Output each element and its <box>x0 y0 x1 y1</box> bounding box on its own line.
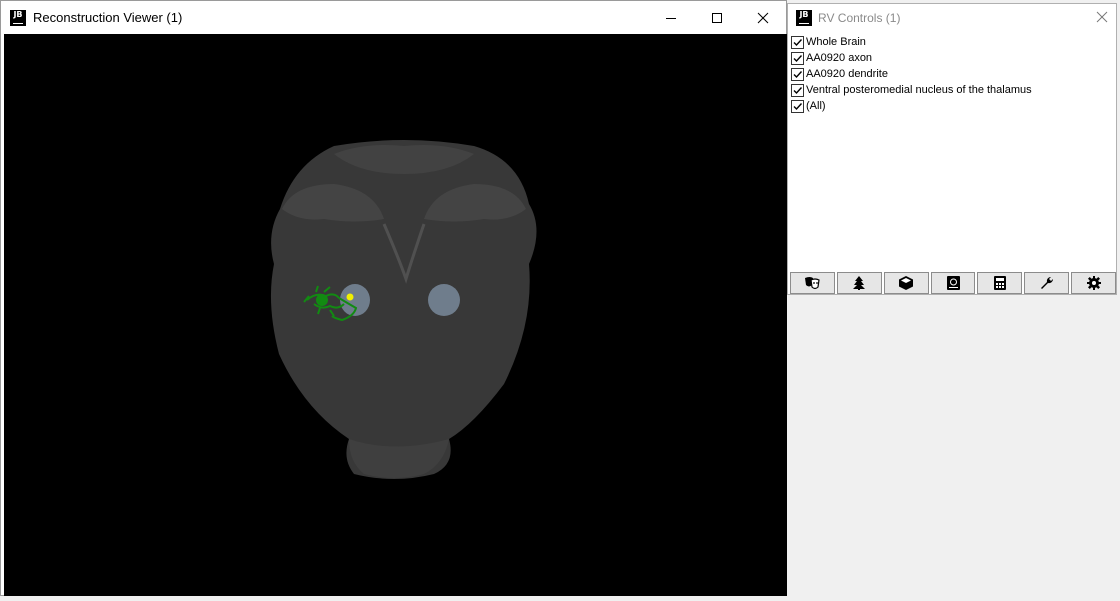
minimize-button[interactable] <box>648 1 694 34</box>
layer-all[interactable]: (All) <box>791 98 1116 114</box>
maximize-button[interactable] <box>694 1 740 34</box>
close-icon <box>757 12 769 23</box>
close-button[interactable] <box>740 1 786 34</box>
reconstruction-viewer-window: JB Reconstruction Viewer (1) <box>0 0 787 596</box>
calculator-button[interactable] <box>977 272 1023 294</box>
rv-controls-window: JB RV Controls (1) Whole Brain AA0920 ax… <box>787 3 1117 295</box>
tree-icon <box>853 276 866 290</box>
layer-vpm-nucleus[interactable]: Ventral posteromedial nucleus of the tha… <box>791 82 1116 98</box>
dendrite-trace <box>346 293 354 301</box>
layer-label: AA0920 axon <box>806 52 873 64</box>
checkbox[interactable] <box>791 51 804 65</box>
checkbox[interactable] <box>791 67 804 81</box>
checkmark-icon <box>793 102 803 110</box>
checkmark-icon <box>793 54 803 62</box>
layer-label: Whole Brain <box>806 36 866 48</box>
minimize-icon <box>666 17 676 19</box>
theater-masks-icon <box>805 277 821 290</box>
controls-titlebar[interactable]: JB RV Controls (1) <box>788 4 1116 32</box>
vpm-nucleus-right <box>428 284 460 316</box>
layer-label: (All) <box>806 100 826 112</box>
controls-title: RV Controls (1) <box>818 11 901 25</box>
wrench-icon <box>1040 276 1053 289</box>
settings-button[interactable] <box>1071 272 1117 294</box>
3d-render-canvas[interactable] <box>4 34 787 596</box>
checkmark-icon <box>793 38 803 46</box>
checkbox[interactable] <box>791 99 804 113</box>
checkbox[interactable] <box>791 35 804 49</box>
layer-dendrite[interactable]: AA0920 dendrite <box>791 66 1116 82</box>
whole-brain-mesh <box>270 140 537 479</box>
checkbox[interactable] <box>791 83 804 97</box>
layer-label: AA0920 dendrite <box>806 68 888 80</box>
atlas-button[interactable] <box>930 272 976 294</box>
cube-button[interactable] <box>883 272 929 294</box>
layer-whole-brain[interactable]: Whole Brain <box>791 34 1116 50</box>
layer-axon[interactable]: AA0920 axon <box>791 50 1116 66</box>
gear-icon <box>1086 276 1101 290</box>
close-icon[interactable] <box>1096 11 1108 23</box>
layer-checklist: Whole Brain AA0920 axon AA0920 dendrite … <box>788 32 1116 114</box>
calculator-icon <box>993 276 1006 290</box>
controls-toolbar <box>790 272 1117 294</box>
tree-button[interactable] <box>836 272 882 294</box>
theater-masks-button[interactable] <box>790 272 835 294</box>
wrench-button[interactable] <box>1024 272 1070 294</box>
brain-render <box>270 140 537 479</box>
jb-app-icon: JB <box>796 10 812 26</box>
maximize-icon <box>712 12 722 23</box>
checkmark-icon <box>793 86 803 94</box>
checkmark-icon <box>793 70 803 78</box>
atlas-book-icon <box>946 276 960 290</box>
viewer-title: Reconstruction Viewer (1) <box>33 10 183 25</box>
layer-label: Ventral posteromedial nucleus of the tha… <box>806 84 1032 96</box>
viewer-titlebar[interactable]: JB Reconstruction Viewer (1) <box>1 1 786 34</box>
cube-icon <box>899 276 914 290</box>
jb-app-icon: JB <box>10 9 26 26</box>
